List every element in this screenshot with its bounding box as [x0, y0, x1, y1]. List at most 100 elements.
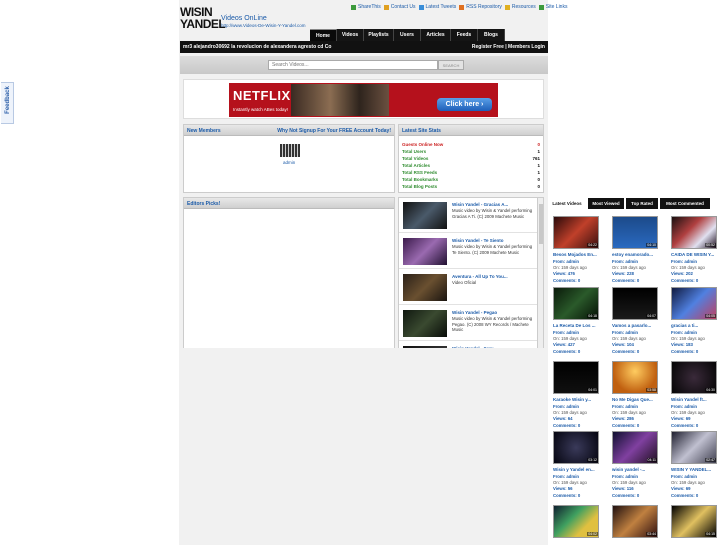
netflix-ad-banner[interactable]: NETFLIX Instantly watch ABes today! Clic… [229, 83, 498, 117]
feedback-label: Feedback [5, 86, 11, 114]
video-on: On: 159 days ago [671, 265, 705, 271]
new-members-header: New Members Why Not Signup For Your FREE… [184, 125, 394, 136]
list-item[interactable]: Aventura - All Up To You... Video Oficial [399, 270, 538, 305]
video-title-link[interactable]: CAIDA DE WISIN Y... [671, 252, 721, 257]
top-link-share[interactable]: ShareThis [351, 4, 381, 10]
video-title-link[interactable]: Wisin Yandel ft... [671, 397, 721, 402]
ticker-text: mr3 alejandro30692 la revolucion de alex… [183, 44, 332, 50]
video-views: Views: 228 [612, 271, 634, 277]
video-from[interactable]: From: admin [553, 474, 579, 479]
video-from[interactable]: From: admin [671, 259, 697, 264]
video-list-scrollbar[interactable] [537, 198, 543, 348]
video-on: On: 159 days ago [671, 410, 705, 416]
tab-top-rated[interactable]: Top Rated [626, 198, 658, 209]
top-link-label: Site Links [545, 4, 568, 10]
list-item[interactable]: Wisin Yandel - Gracias A... Music video b… [399, 198, 538, 233]
site-logo[interactable]: WISIN YANDEL [180, 6, 226, 36]
video-from[interactable]: From: admin [612, 330, 638, 335]
video-on: On: 159 days ago [671, 480, 705, 486]
tab-videos[interactable]: Videos [337, 29, 364, 41]
video-title-link[interactable]: Karaoke Wisin y... [553, 397, 603, 402]
top-link-rss[interactable]: RSS Repository [459, 4, 502, 10]
search-button[interactable]: SEARCH [438, 60, 464, 70]
video-thumbnail[interactable] [403, 202, 447, 229]
video-title-link[interactable]: Wisin Yandel - Te Siento [452, 238, 504, 243]
register-login-links[interactable]: Register Free | Members Login [472, 44, 545, 50]
video-from[interactable]: From: admin [671, 474, 697, 479]
member-bar: mr3 alejandro30692 la revolucion de alex… [180, 41, 548, 53]
video-on: On: 159 days ago [612, 480, 646, 486]
stat-row: Total Blog Posts 0 [402, 184, 540, 189]
video-comments: Comments: 0 [612, 422, 640, 428]
tab-latest-videos[interactable]: Latest Videos [548, 198, 586, 209]
tab-most-commented[interactable]: Most Commented [660, 198, 710, 209]
tab-most-viewed[interactable]: Most Viewed [588, 198, 624, 209]
tab-blogs[interactable]: Blogs [478, 29, 505, 41]
video-on: On: 159 days ago [612, 336, 646, 342]
video-from[interactable]: From: admin [553, 259, 579, 264]
video-title-link[interactable]: WISIN Y YANDEL... [671, 467, 721, 472]
video-description: Music video by Wisin & Yandel performing… [452, 244, 533, 255]
video-comments: Comments: 0 [671, 348, 699, 354]
ad-click-here-button[interactable]: Click here › [437, 98, 492, 111]
video-duration: 00:52 [705, 243, 716, 247]
video-title-link[interactable]: Besos Mojados En... [553, 252, 603, 257]
top-link-twitter[interactable]: Latest Tweets [418, 4, 456, 10]
search-input[interactable] [268, 60, 438, 70]
video-from[interactable]: From: admin [612, 474, 638, 479]
video-title-link[interactable]: Vamos a pasarlo... [612, 323, 662, 328]
video-on: On: 159 days ago [553, 265, 587, 271]
top-link-star[interactable]: Resources [504, 4, 536, 10]
video-from[interactable]: From: admin [671, 404, 697, 409]
video-from[interactable]: From: admin [671, 330, 697, 335]
video-comments: Comments: 0 [612, 492, 640, 498]
video-title-link[interactable]: No Me Digas Que... [612, 397, 662, 402]
stat-label: Total Videos [402, 156, 429, 161]
mail-icon [383, 4, 389, 10]
top-link-label: Resources [511, 4, 536, 10]
video-title-link[interactable]: La Receta De Los ... [553, 323, 603, 328]
tab-home[interactable]: Home [310, 29, 337, 41]
top-link-link[interactable]: Site Links [538, 4, 568, 10]
video-thumbnail[interactable] [403, 238, 447, 265]
video-title-link[interactable]: gracias a ti... [671, 323, 721, 328]
list-item[interactable]: Wisin Yandel - Pegao Music video by Wisin… [399, 306, 538, 341]
video-thumbnail[interactable] [403, 310, 447, 337]
video-from[interactable]: From: admin [553, 404, 579, 409]
video-title-link[interactable]: Wisin Yandel - Pegao [452, 310, 497, 315]
video-on: On: 159 days ago [612, 265, 646, 271]
video-title-link[interactable]: wisin yandel -... [612, 467, 662, 472]
site-stats-header: Latest Site Stats [399, 125, 543, 136]
tab-feeds[interactable]: Feeds [451, 29, 478, 41]
site-stats-panel: Latest Site Stats Guests Online Now 0 Tota… [398, 124, 544, 193]
site-url[interactable]: http://www.Videos-De-Wisin-Y-Yandel.com [221, 23, 305, 28]
top-link-mail[interactable]: Contact Us [383, 4, 416, 10]
tab-users[interactable]: Users [394, 29, 421, 41]
list-item[interactable]: Wisin Yandel - Te Siento Music video by W… [399, 234, 538, 269]
signup-link[interactable]: Why Not Signup For Your FREE Account Tod… [277, 128, 391, 134]
tab-articles[interactable]: Articles [421, 29, 451, 41]
video-comments: Comments: 0 [553, 492, 581, 498]
tab-playlists[interactable]: Playlists [364, 29, 394, 41]
video-thumbnail[interactable] [403, 274, 447, 301]
video-on: On: 159 days ago [553, 480, 587, 486]
video-from[interactable]: From: admin [612, 404, 638, 409]
main-nav: Home Videos Playlists Users Articles Feeds Blo… [310, 29, 505, 41]
video-from[interactable]: From: admin [612, 259, 638, 264]
member-name-link[interactable]: admin [283, 160, 295, 165]
top-links: ShareThis Contact Us Latest Tweets RSS Repo… [351, 4, 567, 10]
video-title-link[interactable]: Wisin y Yandel en... [553, 467, 603, 472]
video-from[interactable]: From: admin [553, 330, 579, 335]
rss-icon [459, 4, 465, 10]
video-title-link[interactable]: estoy enamorado... [612, 252, 662, 257]
video-comments: Comments: 0 [671, 492, 699, 498]
avatar[interactable] [280, 144, 300, 157]
site-title[interactable]: Videos OnLine [221, 15, 267, 22]
video-views: Views: 64 [553, 416, 573, 422]
feedback-tab[interactable]: Feedback [1, 82, 14, 124]
video-title-link[interactable]: Aventura - All Up To You... [452, 274, 508, 279]
stat-row: Total Users 1 [402, 149, 540, 154]
scrollbar-thumb[interactable] [539, 204, 543, 244]
video-title-link[interactable]: Wisin Yandel - Gracias A... [452, 202, 508, 207]
video-duration: 04:01 [587, 388, 598, 392]
